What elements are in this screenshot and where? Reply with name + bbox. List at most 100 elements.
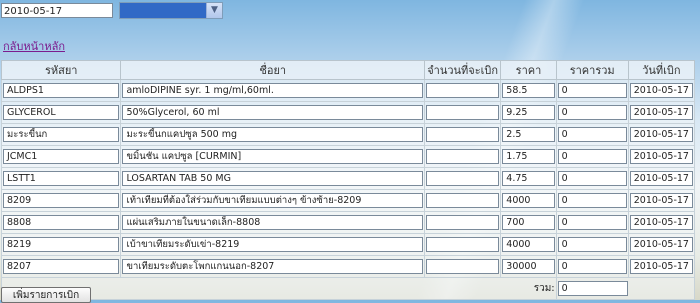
drug-code-field[interactable]: 8207	[3, 259, 120, 274]
grand-total-field[interactable]: 0	[557, 281, 628, 296]
requisition-date-field[interactable]: 2010-05-17	[629, 215, 693, 230]
chevron-down-icon[interactable]: ▼	[206, 2, 222, 18]
column-header-qty: จำนวนที่จะเบิก	[424, 60, 502, 80]
line-total-field[interactable]: 0	[557, 149, 627, 164]
quantity-input[interactable]	[426, 149, 500, 164]
select-selected-value	[120, 2, 206, 18]
table-cell: มะระขี้นก	[0, 123, 122, 146]
price-field[interactable]: 4000	[502, 193, 555, 208]
price-field[interactable]: 9.25	[502, 105, 555, 120]
drug-name-field[interactable]: เท้าเทียมที่ต้องใส่ร่วมกับขาเทียมแบบต่าง…	[122, 193, 424, 208]
table-cell: 2010-05-17	[627, 233, 696, 256]
drug-code-field[interactable]: 8219	[3, 237, 120, 252]
line-total-field[interactable]: 0	[557, 259, 627, 274]
price-field[interactable]: 30000	[502, 259, 555, 274]
drug-code-field[interactable]: GLYCEROL	[3, 105, 120, 120]
line-total-field[interactable]: 0	[557, 237, 627, 252]
table-cell	[424, 211, 502, 234]
table-cell	[424, 101, 502, 124]
price-field[interactable]: 1.75	[502, 149, 555, 164]
requisition-date-field[interactable]: 2010-05-17	[629, 193, 693, 208]
table-cell: 8808	[0, 211, 122, 234]
quantity-input[interactable]	[426, 127, 500, 142]
quantity-input[interactable]	[426, 83, 500, 98]
table-cell: 8209	[0, 189, 122, 212]
price-field[interactable]: 58.5	[502, 83, 555, 98]
table-cell: 2010-05-17	[627, 211, 696, 234]
table-cell: LOSARTAN TAB 50 MG	[120, 167, 426, 190]
quantity-input[interactable]	[426, 193, 500, 208]
quantity-input[interactable]	[426, 171, 500, 186]
table-cell: 0	[555, 233, 629, 256]
date-input[interactable]: 2010-05-17	[1, 2, 113, 18]
table-row: GLYCEROL 50%Glycerol, 60 ml 9.25 0 2010-05-1…	[0, 101, 696, 124]
requisition-date-field[interactable]: 2010-05-17	[629, 237, 693, 252]
requisition-date-field[interactable]: 2010-05-17	[629, 127, 693, 142]
table-cell: 0	[555, 211, 629, 234]
quantity-input[interactable]	[426, 215, 500, 230]
line-total-field[interactable]: 0	[557, 105, 627, 120]
table-cell: 2010-05-17	[627, 167, 696, 190]
table-cell: ขาเทียมระดับตะโพกแกนนอก-8207	[120, 255, 426, 278]
add-requisition-button[interactable]: เพิ่มรายการเบิก	[1, 287, 91, 303]
table-cell: amloDIPINE syr. 1 mg/ml,60ml.	[120, 79, 426, 102]
table-row: JCMC1 ขมิ้นชัน แคปซูล [CURMIN] 1.75 0 2010-0…	[0, 145, 696, 168]
table-cell: 50%Glycerol, 60 ml	[120, 101, 426, 124]
table-row: 8808 แผ่นเสริมภายในขนาดเล็ก-8808 700 0 2010-…	[0, 211, 696, 234]
requisition-date-field[interactable]: 2010-05-17	[629, 171, 693, 186]
drug-name-field[interactable]: 50%Glycerol, 60 ml	[122, 105, 424, 120]
drug-code-field[interactable]: 8209	[3, 193, 120, 208]
table-cell: 0	[555, 145, 629, 168]
table-cell: 700	[500, 211, 557, 234]
price-field[interactable]: 700	[502, 215, 555, 230]
table-cell	[424, 79, 502, 102]
line-total-field[interactable]: 0	[557, 127, 627, 142]
requisition-date-field[interactable]: 2010-05-17	[629, 149, 693, 164]
table-cell: 2010-05-17	[627, 101, 696, 124]
drug-name-field[interactable]: amloDIPINE syr. 1 mg/ml,60ml.	[122, 83, 424, 98]
quantity-input[interactable]	[426, 259, 500, 274]
drug-name-field[interactable]: ขาเทียมระดับตะโพกแกนนอก-8207	[122, 259, 424, 274]
drug-code-field[interactable]: ALDPS1	[3, 83, 120, 98]
drug-name-field[interactable]: เบ้าขาเทียมระดับเข่า-8219	[122, 237, 424, 252]
requisition-date-field[interactable]: 2010-05-17	[629, 105, 693, 120]
table-cell: 1.75	[500, 145, 557, 168]
column-header-name: ชื่อยา	[120, 60, 426, 80]
drug-code-field[interactable]: 8808	[3, 215, 120, 230]
total-row: รวม: 0	[1, 277, 696, 300]
requisition-date-field[interactable]: 2010-05-17	[629, 83, 693, 98]
table-cell	[424, 189, 502, 212]
table-cell: 0	[555, 79, 629, 102]
table-header-row: รหัสยา ชื่อยา จำนวนที่จะเบิก ราคา ราคารว…	[0, 60, 696, 80]
drug-code-field[interactable]: JCMC1	[3, 149, 120, 164]
drug-requisition-table: รหัสยา ชื่อยา จำนวนที่จะเบิก ราคา ราคารว…	[0, 60, 696, 300]
table-cell	[424, 145, 502, 168]
table-cell: 4.75	[500, 167, 557, 190]
table-cell	[424, 123, 502, 146]
drug-name-field[interactable]: มะระขี้นกแคปซูล 500 mg	[122, 127, 424, 142]
line-total-field[interactable]: 0	[557, 83, 627, 98]
drug-name-field[interactable]: แผ่นเสริมภายในขนาดเล็ก-8808	[122, 215, 424, 230]
quantity-input[interactable]	[426, 237, 500, 252]
department-select[interactable]: ▼	[119, 1, 223, 19]
table-cell: เบ้าขาเทียมระดับเข่า-8219	[120, 233, 426, 256]
line-total-field[interactable]: 0	[557, 215, 627, 230]
drug-code-field[interactable]: LSTT1	[3, 171, 120, 186]
drug-name-field[interactable]: ขมิ้นชัน แคปซูล [CURMIN]	[122, 149, 424, 164]
price-field[interactable]: 2.5	[502, 127, 555, 142]
drug-name-field[interactable]: LOSARTAN TAB 50 MG	[122, 171, 424, 186]
table-cell: 58.5	[500, 79, 557, 102]
table-cell: 0	[555, 123, 629, 146]
quantity-input[interactable]	[426, 105, 500, 120]
table-cell	[424, 167, 502, 190]
table-cell: แผ่นเสริมภายในขนาดเล็ก-8808	[120, 211, 426, 234]
back-to-home-link[interactable]: กลับหน้าหลัก	[3, 37, 65, 55]
drug-code-field[interactable]: มะระขี้นก	[3, 127, 120, 142]
requisition-date-field[interactable]: 2010-05-17	[629, 259, 693, 274]
line-total-field[interactable]: 0	[557, 171, 627, 186]
price-field[interactable]: 4.75	[502, 171, 555, 186]
line-total-field[interactable]: 0	[557, 193, 627, 208]
table-cell: 0	[555, 101, 629, 124]
table-cell: ขมิ้นชัน แคปซูล [CURMIN]	[120, 145, 426, 168]
price-field[interactable]: 4000	[502, 237, 555, 252]
